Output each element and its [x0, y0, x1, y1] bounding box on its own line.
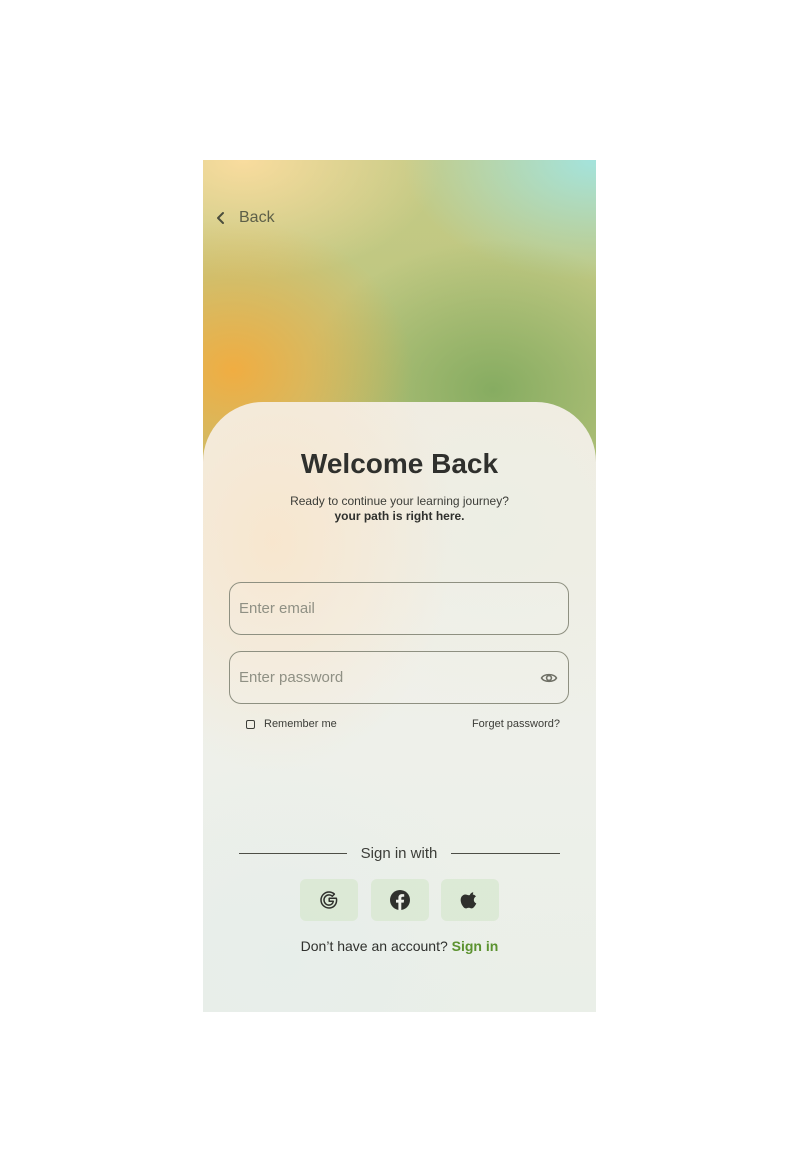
divider-left — [239, 853, 347, 854]
chevron-left-icon — [213, 210, 229, 226]
sign-in-with-label: Sign in with — [360, 845, 438, 862]
page-title: Welcome Back — [300, 448, 499, 479]
remember-me-checkbox[interactable]: Remember me — [246, 716, 337, 732]
apple-sign-in-button[interactable] — [441, 879, 499, 921]
remember-me-label: Remember me — [264, 718, 337, 730]
facebook-icon — [389, 889, 411, 911]
back-label: Back — [239, 209, 275, 226]
checkbox-box[interactable] — [246, 719, 255, 729]
apple-icon — [459, 889, 481, 911]
facebook-sign-in-button[interactable] — [371, 879, 429, 921]
login-screen: Back Welcome Back Ready to continue your… — [203, 160, 596, 1012]
email-field[interactable] — [239, 583, 529, 634]
password-field[interactable] — [239, 652, 529, 703]
back-button[interactable]: Back — [213, 208, 275, 228]
subtitle: Ready to continue your learning journey? — [290, 494, 509, 508]
password-field-container — [229, 651, 569, 704]
sign-up-prompt-text: Don’t have an account? — [300, 938, 448, 954]
google-icon — [318, 889, 340, 911]
google-sign-in-button[interactable] — [300, 879, 358, 921]
sign-in-link[interactable]: Sign in — [452, 938, 499, 954]
forgot-password-link[interactable]: Forget password? — [472, 716, 560, 732]
divider-right — [451, 853, 560, 854]
sign-up-prompt: Don’t have an account? Sign in — [203, 938, 596, 954]
login-card: Welcome Back Ready to continue your lear… — [203, 402, 596, 1012]
email-field-container — [229, 582, 569, 635]
subtitle-emphasis: your path is right here. — [334, 509, 465, 523]
eye-icon[interactable] — [540, 670, 558, 686]
